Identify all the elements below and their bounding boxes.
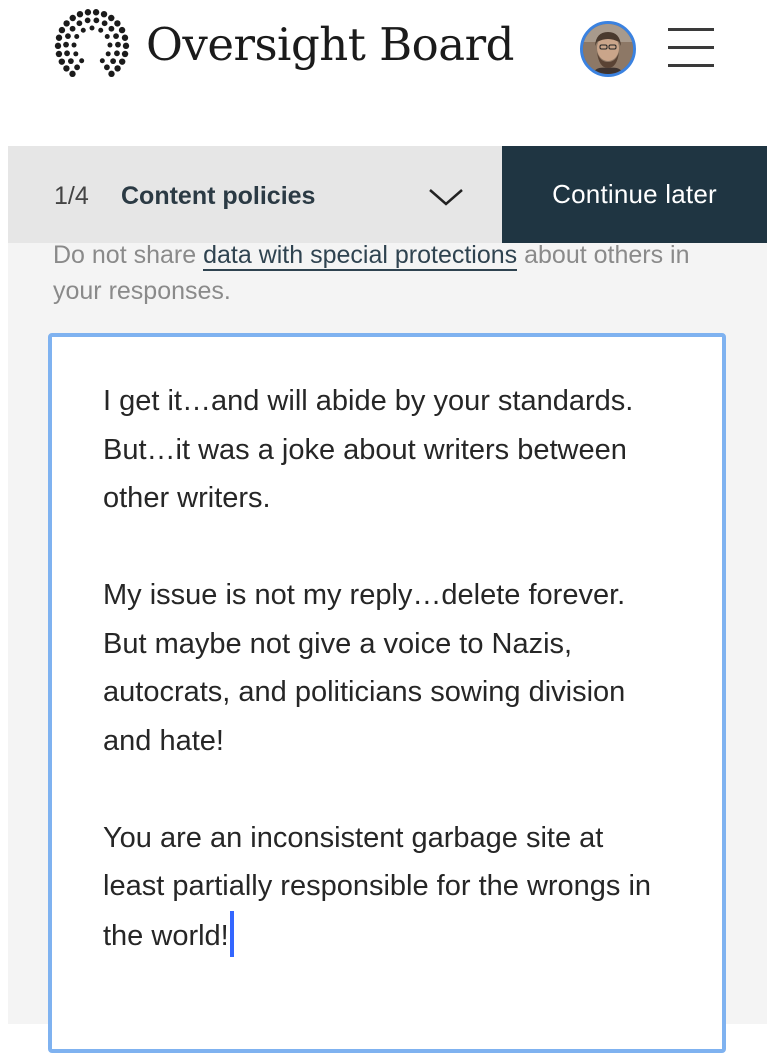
text-cursor	[229, 910, 234, 957]
privacy-notice: Do not share data with special protectio…	[53, 237, 713, 309]
user-avatar[interactable]	[580, 21, 636, 77]
response-textarea[interactable]: I get it…and will abide by your standard…	[48, 333, 726, 1053]
response-paragraph-1: I get it…and will abide by your standard…	[103, 385, 634, 514]
avatar-photo-icon	[583, 24, 633, 74]
response-paragraph-2: My issue is not my reply…delete forever.…	[103, 579, 626, 757]
chevron-down-icon[interactable]	[426, 182, 466, 212]
step-progress-bar: 1/4 Content policies Continue later	[8, 146, 767, 243]
step-counter: 1/4	[54, 182, 89, 210]
step-title[interactable]: Content policies	[121, 182, 315, 211]
site-header: Oversight Board	[0, 0, 767, 146]
main-content: Do not share data with special protectio…	[8, 241, 767, 1053]
response-paragraph-3: You are an inconsistent garbage site at …	[103, 814, 663, 961]
continue-later-button[interactable]: Continue later	[502, 146, 767, 243]
brand-name[interactable]: Oversight Board	[146, 18, 514, 71]
hamburger-menu-icon[interactable]	[668, 26, 716, 70]
special-protections-link[interactable]: data with special protections	[203, 241, 518, 271]
oversight-board-logo-icon[interactable]	[52, 8, 132, 88]
response-paragraph-3-text: You are an inconsistent garbage site at …	[103, 821, 652, 952]
response-text[interactable]: I get it…and will abide by your standard…	[103, 377, 663, 960]
notice-prefix: Do not share	[53, 241, 204, 269]
